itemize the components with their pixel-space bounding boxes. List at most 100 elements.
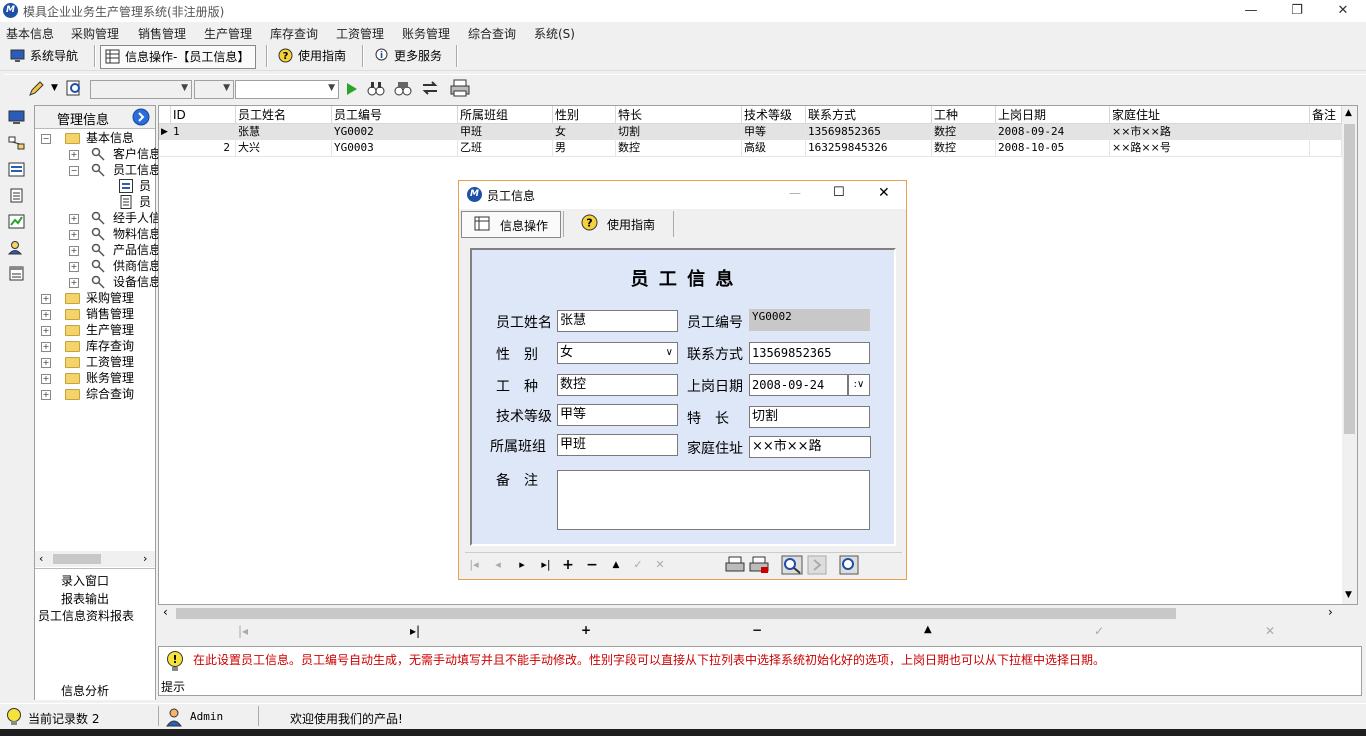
date-dropdown-button[interactable]: :∨ (848, 374, 870, 396)
export-icon[interactable] (807, 555, 827, 575)
col-header-skill[interactable]: 特长 (616, 106, 742, 124)
user-settings-icon[interactable] (8, 240, 25, 255)
edit-record-icon[interactable]: ▲ (607, 556, 625, 574)
col-header-team[interactable]: 所属班组 (458, 106, 553, 124)
remark-textarea[interactable] (557, 470, 870, 530)
phone-input[interactable]: 13569852365 (749, 342, 870, 364)
dialog-close-button[interactable]: ✕ (878, 185, 890, 201)
chart-icon[interactable] (8, 214, 25, 229)
close-button[interactable]: ✕ (1320, 0, 1366, 22)
col-header-remark[interactable]: 备注 (1310, 106, 1342, 124)
cell-job[interactable]: 数控 (932, 140, 996, 156)
scroll-thumb[interactable] (1344, 124, 1355, 434)
info-op-tab[interactable]: 信息操作-【员工信息】 (100, 45, 257, 69)
find-next-icon[interactable] (394, 80, 412, 96)
print-icon[interactable] (725, 556, 745, 574)
cell-id[interactable]: 1 (171, 124, 236, 140)
cell-level[interactable]: 高级 (742, 140, 806, 156)
cell-remark[interactable] (1310, 140, 1342, 156)
system-nav-button[interactable]: 系统导航 (6, 45, 78, 67)
entry-window-tab[interactable]: 录入窗口 (61, 572, 109, 589)
cell-code[interactable]: YG0003 (332, 140, 458, 156)
add-record-icon[interactable]: + (559, 556, 577, 574)
first-record-icon[interactable]: |◂ (238, 624, 248, 638)
cell-skill[interactable]: 数控 (616, 140, 742, 156)
grid-hscrollbar[interactable]: ‹ › (158, 605, 1342, 621)
cell-id[interactable]: 2 (171, 140, 236, 156)
cell-phone[interactable]: 163259845326 (806, 140, 932, 156)
cell-phone[interactable]: 13569852365 (806, 124, 932, 140)
pencil-icon[interactable] (28, 81, 46, 97)
cell-skill[interactable]: 切割 (616, 124, 742, 140)
prev-record-icon[interactable]: ◂ (489, 556, 507, 574)
delete-record-icon[interactable]: − (583, 556, 601, 574)
add-record-icon[interactable]: + (581, 623, 591, 637)
grid-vscrollbar[interactable]: ▲ ▼ (1342, 106, 1357, 604)
delete-record-icon[interactable]: − (752, 623, 762, 637)
date-input[interactable]: 2008-09-24 (749, 374, 848, 396)
print-setup-icon[interactable] (749, 556, 769, 574)
report-output-tab[interactable]: 报表输出 (61, 590, 109, 607)
last-record-icon[interactable]: ▸| (410, 624, 420, 638)
job-input[interactable]: 数控 (557, 374, 678, 396)
cell-address[interactable]: ××路××号 (1110, 140, 1310, 156)
scroll-thumb[interactable] (53, 554, 101, 564)
print-preview-icon[interactable] (781, 555, 803, 575)
menu-basic-info[interactable]: 基本信息 (6, 25, 54, 42)
employee-report-item[interactable]: 员工信息资料报表 (38, 607, 134, 624)
table-row[interactable]: ▶ 1 张慧 YG0002 甲班 女 切割 甲等 13569852365 数控 … (159, 124, 1342, 140)
operator-select[interactable]: ▼ (194, 80, 234, 99)
cell-team[interactable]: 甲班 (458, 124, 553, 140)
col-header-job[interactable]: 工种 (932, 106, 996, 124)
list-icon[interactable] (8, 266, 25, 281)
sort-icon[interactable] (421, 80, 439, 96)
cell-name[interactable]: 大兴 (236, 140, 332, 156)
skill-input[interactable]: 切割 (749, 406, 870, 428)
cancel-record-icon[interactable]: ✕ (651, 556, 669, 574)
cell-job[interactable]: 数控 (932, 124, 996, 140)
value-select[interactable]: ▼ (235, 80, 339, 99)
restore-button[interactable]: ❐ (1274, 0, 1320, 22)
collapse-panel-icon[interactable] (132, 108, 150, 126)
scroll-thumb[interactable] (176, 608, 1176, 619)
col-header-date[interactable]: 上岗日期 (996, 106, 1110, 124)
form-icon[interactable] (8, 162, 25, 177)
menu-sales[interactable]: 销售管理 (138, 25, 186, 42)
post-record-icon[interactable]: ✓ (1094, 624, 1104, 638)
chevron-down-icon[interactable]: ∨ (666, 343, 673, 363)
last-record-icon[interactable]: ▸| (537, 556, 555, 574)
cell-date[interactable]: 2008-10-05 (996, 140, 1110, 156)
cell-remark[interactable] (1310, 124, 1342, 140)
run-query-icon[interactable] (346, 82, 358, 96)
menu-query[interactable]: 综合查询 (468, 25, 516, 42)
cell-date[interactable]: 2008-09-24 (996, 124, 1110, 140)
name-input[interactable]: 张慧 (557, 310, 678, 332)
menu-inventory[interactable]: 库存查询 (270, 25, 318, 42)
dropdown-arrow-icon[interactable]: ▼ (51, 83, 58, 93)
cell-address[interactable]: ××市××路 (1110, 124, 1310, 140)
col-header-phone[interactable]: 联系方式 (806, 106, 932, 124)
field-select[interactable]: ▼ (90, 80, 192, 99)
document-icon[interactable] (8, 188, 25, 203)
col-header-gender[interactable]: 性别 (553, 106, 616, 124)
cell-gender[interactable]: 女 (553, 124, 616, 140)
col-header-code[interactable]: 员工编号 (332, 106, 458, 124)
edit-record-icon[interactable]: ▲ (924, 624, 932, 635)
dialog-tab-info-op[interactable]: 信息操作 (461, 211, 561, 238)
col-header-address[interactable]: 家庭住址 (1110, 106, 1310, 124)
menu-salary[interactable]: 工资管理 (336, 25, 384, 42)
table-row[interactable]: 2 大兴 YG0003 乙班 男 数控 高级 163259845326 数控 2… (159, 140, 1342, 157)
cell-code[interactable]: YG0002 (332, 124, 458, 140)
col-header-level[interactable]: 技术等级 (742, 106, 806, 124)
search-record-icon[interactable] (839, 555, 859, 575)
dialog-minimize-button[interactable]: — (789, 186, 801, 200)
post-record-icon[interactable]: ✓ (629, 556, 647, 574)
cell-level[interactable]: 甲等 (742, 124, 806, 140)
menu-purchase[interactable]: 采购管理 (71, 25, 119, 42)
cell-gender[interactable]: 男 (553, 140, 616, 156)
team-input[interactable]: 甲班 (557, 434, 678, 456)
cell-team[interactable]: 乙班 (458, 140, 553, 156)
minimize-button[interactable]: — (1228, 0, 1274, 22)
first-record-icon[interactable]: |◂ (465, 556, 483, 574)
dialog-tab-guide[interactable]: ? 使用指南 (569, 211, 669, 236)
